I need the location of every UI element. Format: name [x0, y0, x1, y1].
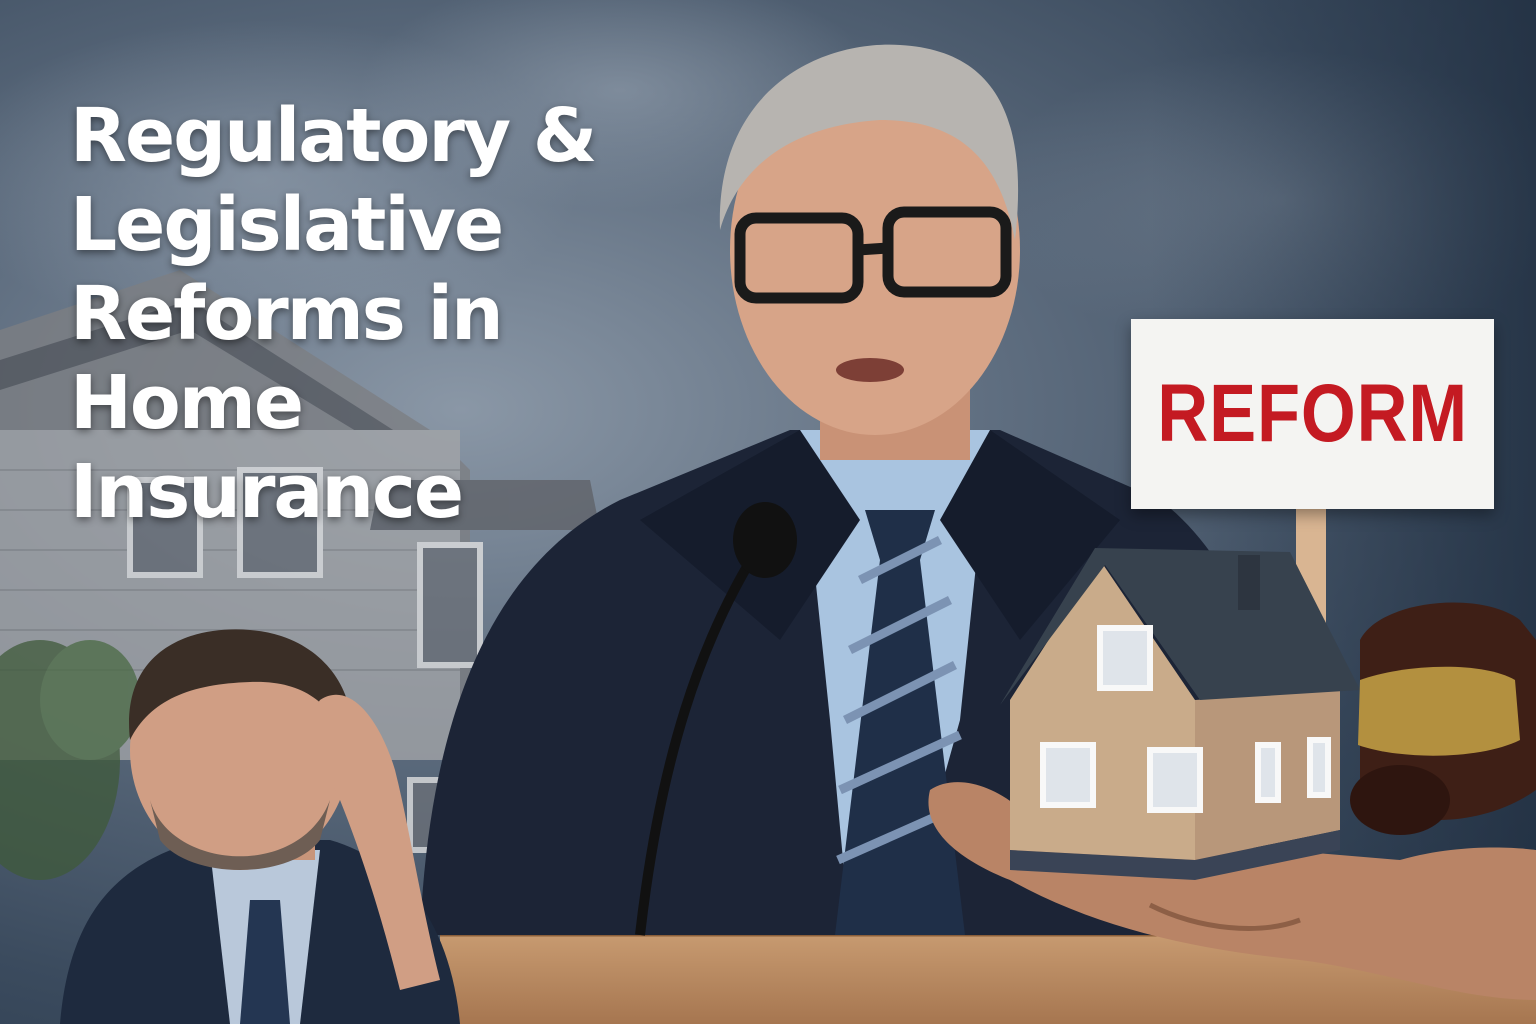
reform-sign: REFORM [1131, 319, 1494, 509]
thumbnail-scene: Regulatory & Legislative Reforms in Home… [0, 0, 1536, 1024]
reform-sign-label: REFORM [1157, 368, 1468, 459]
headline-line-3: Reforms in [70, 271, 504, 357]
headline-line-4: Home [70, 360, 304, 446]
headline-line-1: Regulatory & [70, 93, 597, 179]
headline: Regulatory & Legislative Reforms in Home… [70, 92, 730, 537]
headline-line-5: Insurance [70, 449, 464, 535]
headline-line-2: Legislative [70, 182, 504, 268]
gavel [1350, 602, 1536, 835]
model-house [1000, 548, 1360, 880]
